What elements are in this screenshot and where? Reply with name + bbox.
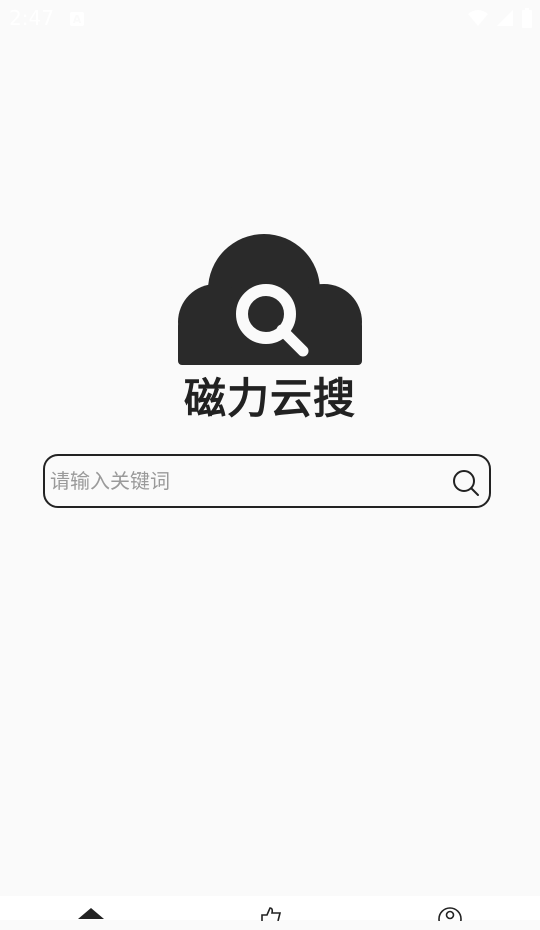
svg-text:A: A — [73, 13, 82, 26]
search-icon[interactable] — [451, 468, 481, 498]
cellular-signal-icon — [496, 9, 514, 31]
search-box — [43, 454, 491, 508]
cloud-search-icon — [178, 234, 362, 365]
nav-user-icon[interactable] — [436, 906, 466, 930]
app-logo: 磁力云搜 — [176, 232, 364, 428]
bottom-nav — [0, 896, 540, 930]
battery-icon — [522, 8, 532, 32]
nav-home-icon[interactable] — [76, 906, 106, 930]
status-icons — [468, 8, 532, 32]
nav-thumbs-up-icon[interactable] — [256, 906, 286, 930]
status-time: 2:47 — [9, 6, 54, 30]
status-bar: 2:47 A — [0, 0, 540, 36]
search-input[interactable] — [50, 462, 440, 500]
app-logo-text: 磁力云搜 — [183, 374, 356, 423]
wifi-icon — [468, 9, 488, 31]
notification-icon: A — [70, 11, 84, 30]
